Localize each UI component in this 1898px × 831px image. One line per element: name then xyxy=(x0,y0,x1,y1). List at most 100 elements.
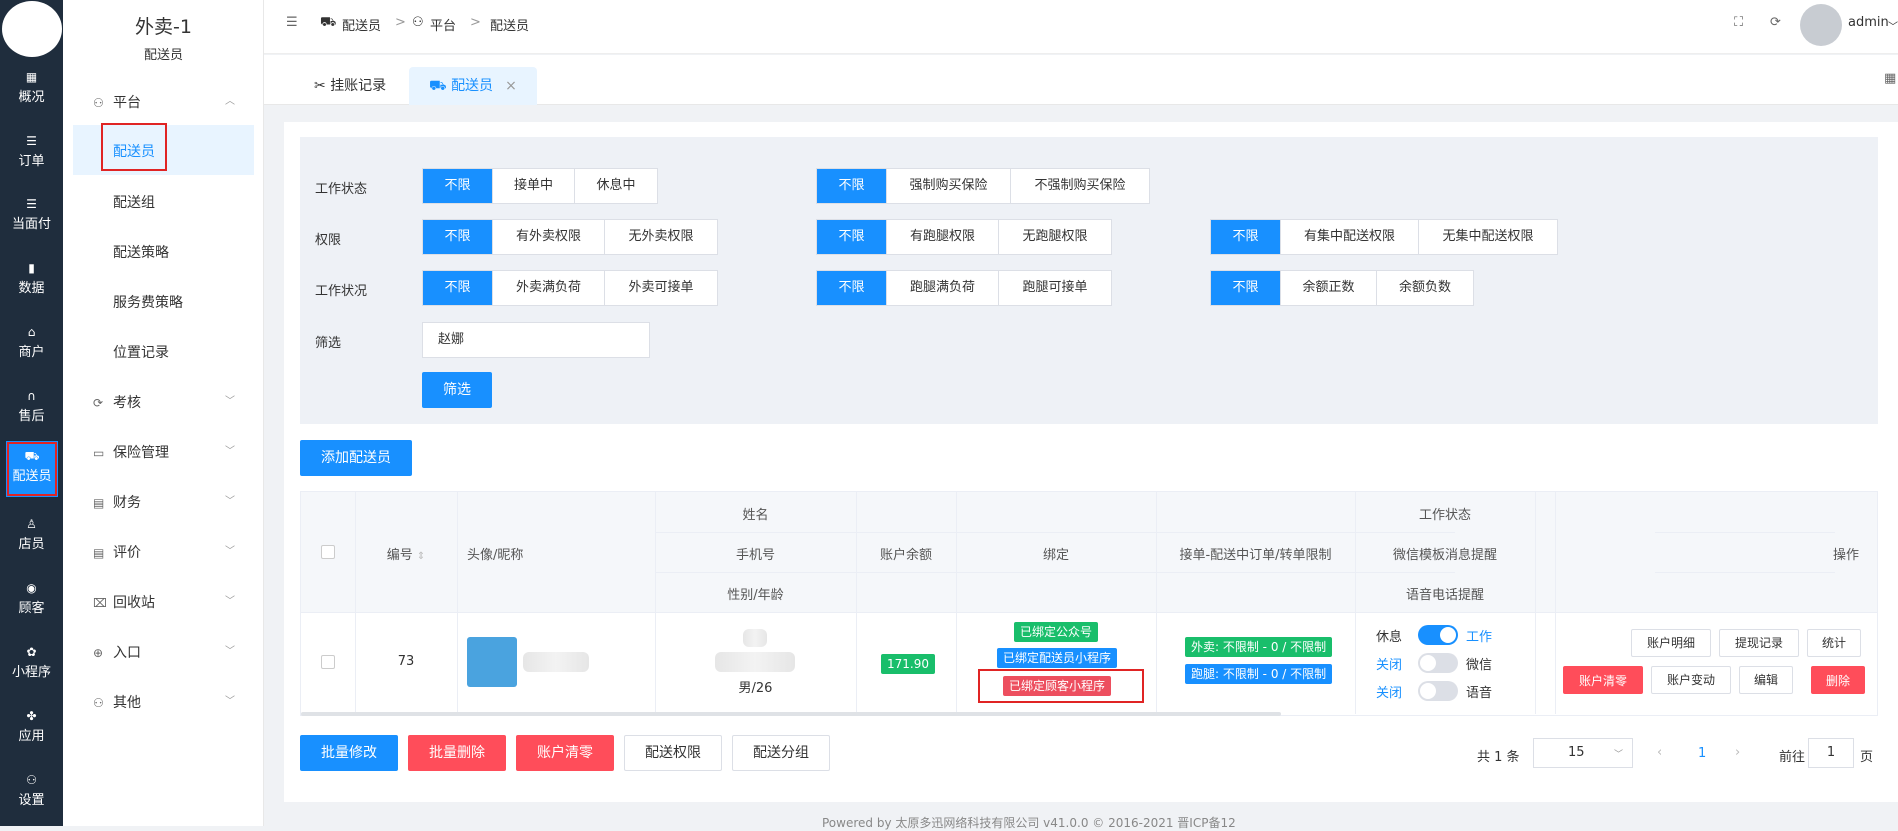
breadcrumb-item[interactable]: 平台 xyxy=(430,15,456,34)
filter-option[interactable]: 不限 xyxy=(423,169,493,203)
filter-option[interactable]: 接单中 xyxy=(493,169,575,203)
filter-option[interactable]: 不限 xyxy=(817,220,887,254)
filter-option[interactable]: 不限 xyxy=(423,220,493,254)
edit-button[interactable]: 编辑 xyxy=(1739,666,1793,694)
column-header-id[interactable]: 编号 ⇕ xyxy=(361,544,451,563)
group-insurance[interactable]: ▭ 保险管理 ﹀ xyxy=(93,442,235,462)
delivery-permission-button[interactable]: 配送权限 xyxy=(624,735,722,771)
select-all-checkbox[interactable] xyxy=(321,545,335,559)
nav-staff[interactable]: ♙ 店员 xyxy=(0,509,63,571)
voice-notify-switch[interactable] xyxy=(1418,681,1458,701)
total-count: 共 1 条 xyxy=(1477,750,1520,765)
sidebar-item-fee-strategy[interactable]: 服务费策略 xyxy=(113,292,183,312)
divider xyxy=(1655,532,1835,533)
sidebar-item-location-log[interactable]: 位置记录 xyxy=(113,342,169,362)
next-page-icon[interactable]: › xyxy=(1735,745,1740,760)
goto-page-input[interactable]: 1 xyxy=(1808,738,1854,768)
row-checkbox[interactable] xyxy=(321,655,335,669)
group-finance[interactable]: ▤ 财务 ﹀ xyxy=(93,492,235,512)
search-button[interactable]: 筛选 xyxy=(422,372,492,408)
collapse-menu-icon[interactable]: ☰ xyxy=(286,15,298,30)
grid-icon[interactable]: ▦ xyxy=(1884,71,1896,86)
account-detail-button[interactable]: 账户明细 xyxy=(1631,629,1711,657)
wechat-notify-switch[interactable] xyxy=(1418,653,1458,673)
footer-text: Powered by 太原多迅网络科技有限公司 v41.0.0 © 2016-2… xyxy=(822,816,1236,830)
nav-merchant[interactable]: ⌂ 商户 xyxy=(0,317,63,379)
sidebar-item-rider-groups[interactable]: 配送组 xyxy=(113,192,155,212)
prev-page-icon[interactable]: ‹ xyxy=(1657,745,1662,760)
sidebar-item-strategy[interactable]: 配送策略 xyxy=(113,242,169,262)
stats-button[interactable]: 统计 xyxy=(1807,629,1861,657)
filter-option[interactable]: 跑腿满负荷 xyxy=(887,271,999,305)
tab-credit-records[interactable]: ✂ 挂账记录 xyxy=(294,67,406,105)
nav-miniprogram[interactable]: ✿ 小程序 xyxy=(0,637,63,699)
filter-option[interactable]: 外卖满负荷 xyxy=(493,271,605,305)
add-rider-button[interactable]: 添加配送员 xyxy=(300,440,412,476)
bulk-edit-button[interactable]: 批量修改 xyxy=(300,735,398,771)
filter-option[interactable]: 余额负数 xyxy=(1377,271,1473,305)
nav-face-pay[interactable]: ☰ 当面付 xyxy=(0,189,63,251)
filter-option[interactable]: 余额正数 xyxy=(1281,271,1377,305)
nav-data[interactable]: ▮ 数据 xyxy=(0,253,63,315)
breadcrumb-item[interactable]: 配送员 xyxy=(342,15,381,34)
tab-riders[interactable]: ⛟ 配送员 × xyxy=(409,67,537,105)
filter-option[interactable]: 休息中 xyxy=(575,169,657,203)
horizontal-scrollbar[interactable] xyxy=(301,712,1281,716)
nav-dashboard[interactable]: ▦ 概况 xyxy=(0,62,63,124)
page-size-select[interactable]: 15 ﹀ xyxy=(1533,738,1633,768)
logo xyxy=(2,1,62,57)
fullscreen-icon[interactable]: ⛶ xyxy=(1734,15,1743,30)
filter-option[interactable]: 有集中配送权限 xyxy=(1281,220,1419,254)
user-name[interactable]: admin xyxy=(1848,15,1889,30)
avatar[interactable] xyxy=(1800,4,1842,46)
filter-option[interactable]: 不强制购买保险 xyxy=(1011,169,1149,203)
withdraw-records-button[interactable]: 提现记录 xyxy=(1719,629,1799,657)
filter-option[interactable]: 不限 xyxy=(817,169,887,203)
nav-settings[interactable]: ⚇ 设置 xyxy=(0,765,63,827)
filter-option[interactable]: 无跑腿权限 xyxy=(999,220,1111,254)
column-header-voice: 语音电话提醒 xyxy=(1405,588,1484,603)
filter-option[interactable]: 不限 xyxy=(1211,220,1281,254)
work-status-switch[interactable] xyxy=(1418,625,1458,645)
nav-label: 小程序 xyxy=(11,665,51,680)
delivery-group-button[interactable]: 配送分组 xyxy=(732,735,830,771)
filter-option[interactable]: 有外卖权限 xyxy=(493,220,605,254)
search-input[interactable]: 赵娜 xyxy=(422,322,650,358)
filter-option[interactable]: 不限 xyxy=(817,271,887,305)
sidebar-item-riders[interactable]: 配送员 xyxy=(113,141,155,161)
recycle-icon: ⌧ xyxy=(93,596,107,610)
account-change-button[interactable]: 账户变动 xyxy=(1651,666,1731,694)
filter-option[interactable]: 不限 xyxy=(1211,271,1281,305)
chevron-down-icon[interactable]: ﹀ xyxy=(1888,18,1898,33)
nav-customers[interactable]: ◉ 顾客 xyxy=(0,573,63,635)
group-platform[interactable]: ⚇ 平台 ︿ xyxy=(93,92,235,112)
filter-option[interactable]: 外卖可接单 xyxy=(605,271,717,305)
nav-apps[interactable]: ✤ 应用 xyxy=(0,701,63,763)
clear-account-button[interactable]: 账户清零 xyxy=(1563,666,1643,694)
sort-icon[interactable]: ⇕ xyxy=(417,551,425,562)
filter-option[interactable]: 跑腿可接单 xyxy=(999,271,1111,305)
refresh-icon[interactable]: ⟳ xyxy=(1770,15,1781,30)
group-review[interactable]: ▤ 评价 ﹀ xyxy=(93,542,235,562)
group-other[interactable]: ⚇ 其他 ﹀ xyxy=(93,692,235,712)
nav-orders[interactable]: ☰ 订单 xyxy=(0,126,63,188)
current-page[interactable]: 1 xyxy=(1698,746,1706,761)
group-audit[interactable]: ⟳ 考核 ﹀ xyxy=(93,392,235,412)
filter-option[interactable]: 有跑腿权限 xyxy=(887,220,999,254)
delete-button[interactable]: 删除 xyxy=(1811,666,1865,694)
group-recycle[interactable]: ⌧ 回收站 ﹀ xyxy=(93,592,235,612)
balance-badge[interactable]: 171.90 xyxy=(881,654,935,674)
group-entry[interactable]: ⊕ 入口 ﹀ xyxy=(93,642,235,662)
filter-option[interactable]: 无集中配送权限 xyxy=(1419,220,1557,254)
nav-after-sales[interactable]: ∩ 售后 xyxy=(0,381,63,443)
group-label: 其他 xyxy=(113,695,141,711)
bulk-delete-button[interactable]: 批量删除 xyxy=(408,735,506,771)
bulk-clear-account-button[interactable]: 账户清零 xyxy=(516,735,614,771)
filter-option[interactable]: 强制购买保险 xyxy=(887,169,1011,203)
divider xyxy=(355,492,356,714)
close-icon[interactable]: × xyxy=(505,78,517,94)
filter-option[interactable]: 无外卖权限 xyxy=(605,220,717,254)
filter-option[interactable]: 不限 xyxy=(423,271,493,305)
divider xyxy=(956,492,957,714)
nav-riders[interactable]: ⛟ 配送员 xyxy=(6,441,58,497)
